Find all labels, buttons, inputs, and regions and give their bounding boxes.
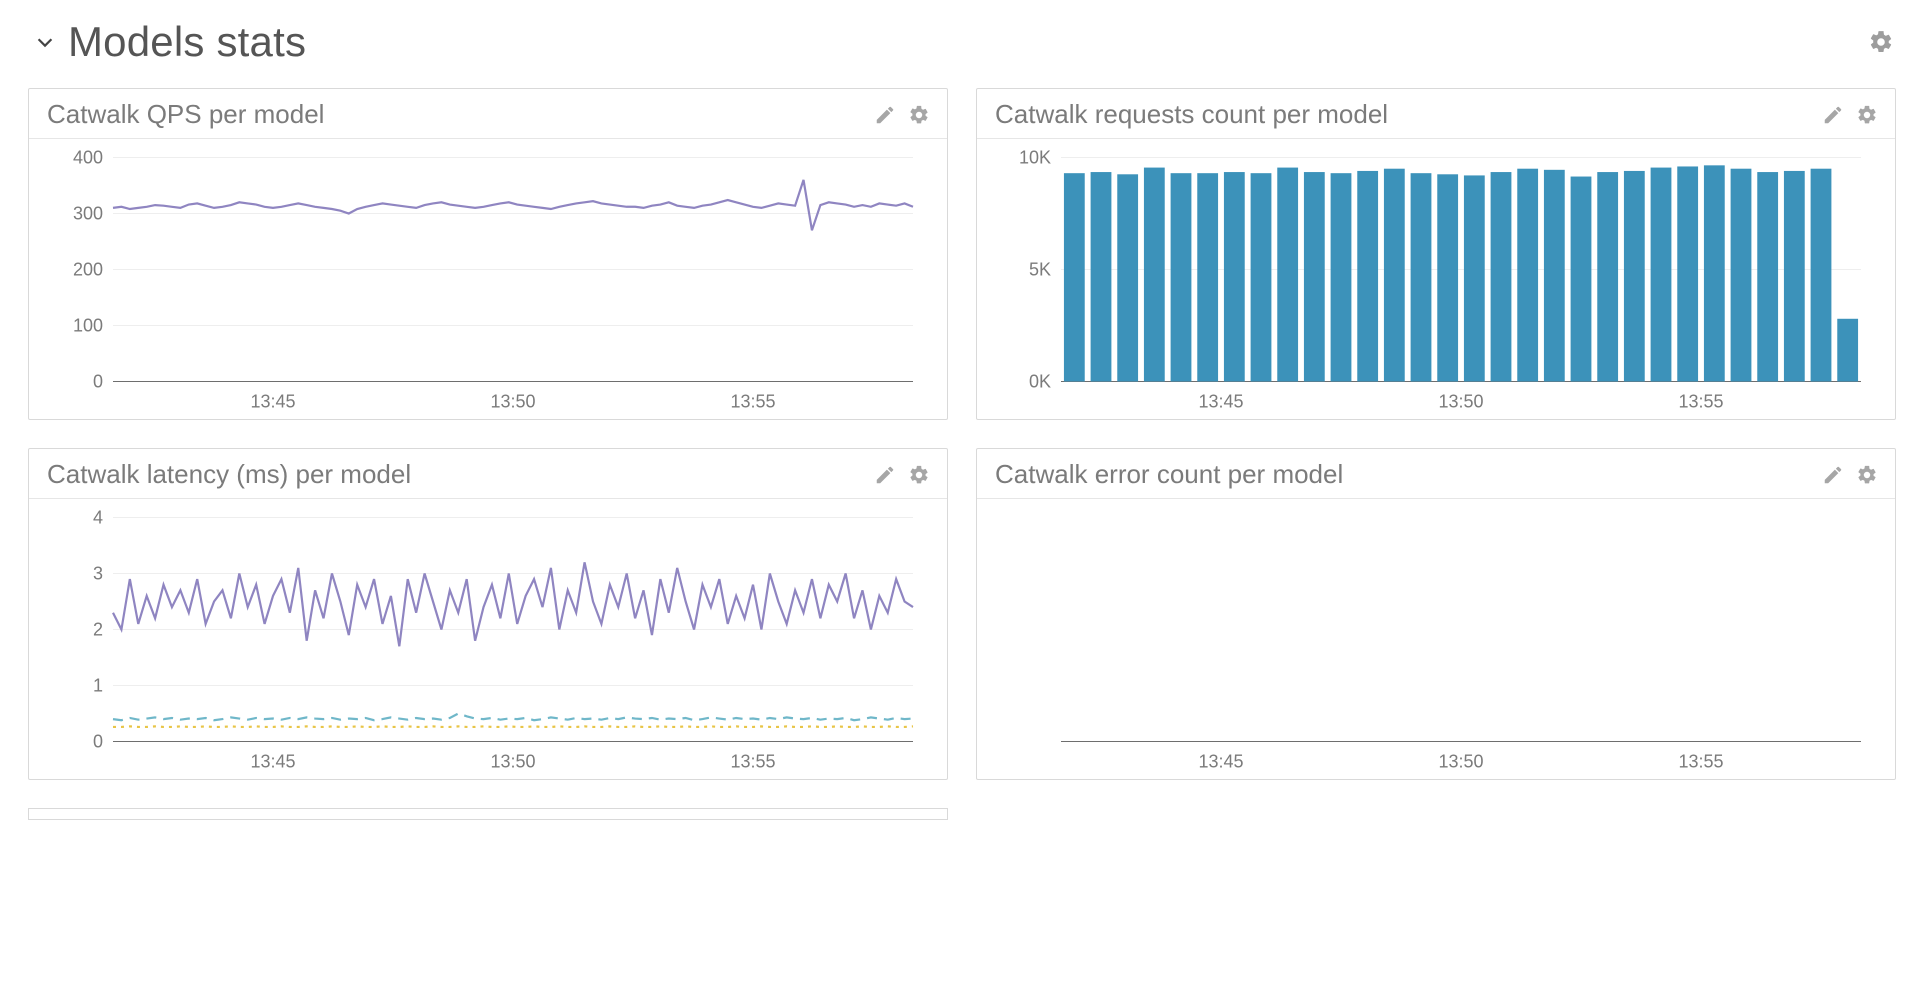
gear-icon: [908, 104, 930, 126]
svg-text:1: 1: [93, 676, 103, 696]
panel-header: Catwalk latency (ms) per model: [29, 449, 947, 499]
panel-title: Catwalk error count per model: [995, 459, 1343, 490]
svg-text:400: 400: [73, 148, 103, 168]
svg-text:0: 0: [93, 372, 103, 392]
svg-text:13:55: 13:55: [730, 392, 775, 412]
svg-text:4: 4: [93, 508, 103, 528]
svg-text:13:50: 13:50: [490, 392, 535, 412]
svg-text:100: 100: [73, 316, 103, 336]
panel-settings-button[interactable]: [905, 101, 933, 129]
pencil-icon: [1822, 464, 1844, 486]
gear-icon: [908, 464, 930, 486]
section-title: Models stats: [68, 18, 306, 66]
svg-text:2: 2: [93, 620, 103, 640]
panel-header: Catwalk requests count per model: [977, 89, 1895, 139]
edit-panel-button[interactable]: [871, 101, 899, 129]
svg-text:13:55: 13:55: [1678, 752, 1723, 772]
svg-text:13:45: 13:45: [1198, 752, 1243, 772]
panel-requests: Catwalk requests count per model 0K 5K 10K…: [976, 88, 1896, 420]
panel-title: Catwalk QPS per model: [47, 99, 324, 130]
panel-errors: Catwalk error count per model 13:45 13:50…: [976, 448, 1896, 780]
svg-text:5K: 5K: [1029, 260, 1051, 280]
svg-text:13:45: 13:45: [1198, 392, 1243, 412]
panel-header: Catwalk QPS per model: [29, 89, 947, 139]
pencil-icon: [1822, 104, 1844, 126]
panel-settings-button[interactable]: [1853, 101, 1881, 129]
edit-panel-button[interactable]: [1819, 461, 1847, 489]
next-row-stub: [28, 808, 1896, 820]
svg-text:0K: 0K: [1029, 372, 1051, 392]
svg-text:0: 0: [93, 732, 103, 752]
panel-settings-button[interactable]: [1853, 461, 1881, 489]
svg-text:300: 300: [73, 204, 103, 224]
chart-latency[interactable]: 0 1 2 3 4 13:45 13:50 13:55: [53, 509, 923, 778]
panel-title: Catwalk latency (ms) per model: [47, 459, 411, 490]
panel-settings-button[interactable]: [905, 461, 933, 489]
chart-qps[interactable]: 0 100 200 300 400 13:45 13:50 13:55: [53, 149, 923, 418]
chevron-down-icon: [34, 31, 56, 53]
panel-latency: Catwalk latency (ms) per model 0 1 2 3 4 13:4…: [28, 448, 948, 780]
svg-text:13:45: 13:45: [250, 752, 295, 772]
panel-stub: [28, 808, 948, 820]
gear-icon: [1856, 104, 1878, 126]
chart-requests[interactable]: 0K 5K 10K 13:45 13:50 13:55: [1001, 149, 1871, 418]
gear-icon: [1868, 29, 1894, 55]
svg-text:13:55: 13:55: [1678, 392, 1723, 412]
panel-header: Catwalk error count per model: [977, 449, 1895, 499]
collapse-toggle[interactable]: [28, 25, 62, 59]
chart-errors[interactable]: 13:45 13:50 13:55: [1001, 509, 1871, 778]
svg-text:13:55: 13:55: [730, 752, 775, 772]
gear-icon: [1856, 464, 1878, 486]
svg-text:10K: 10K: [1019, 148, 1051, 168]
svg-text:13:50: 13:50: [1438, 752, 1483, 772]
section-header: Models stats: [28, 18, 1896, 66]
panel-qps: Catwalk QPS per model 0 100 200 300 400 13:45…: [28, 88, 948, 420]
edit-panel-button[interactable]: [1819, 101, 1847, 129]
svg-text:3: 3: [93, 564, 103, 584]
pencil-icon: [874, 104, 896, 126]
panel-title: Catwalk requests count per model: [995, 99, 1388, 130]
pencil-icon: [874, 464, 896, 486]
svg-text:200: 200: [73, 260, 103, 280]
svg-text:13:50: 13:50: [1438, 392, 1483, 412]
svg-text:13:50: 13:50: [490, 752, 535, 772]
svg-text:13:45: 13:45: [250, 392, 295, 412]
edit-panel-button[interactable]: [871, 461, 899, 489]
section-settings-button[interactable]: [1866, 27, 1896, 57]
